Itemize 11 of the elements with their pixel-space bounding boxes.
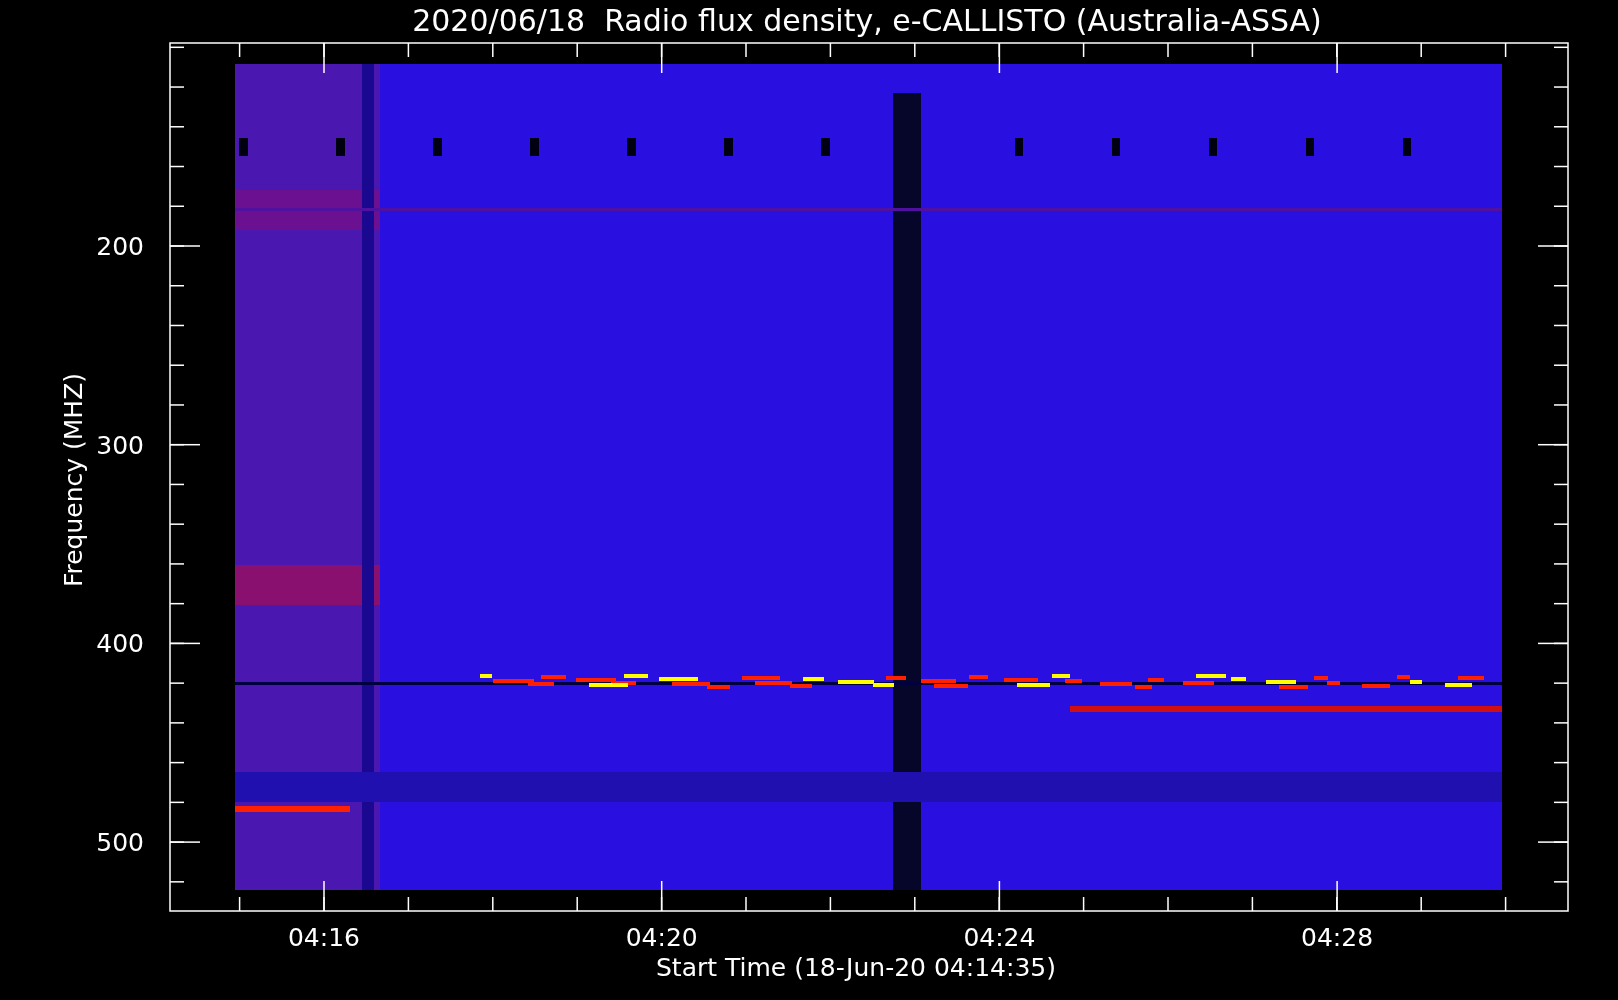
x-axis-label: Start Time (18-Jun-20 04:14:35) <box>656 953 1056 982</box>
y-tick-label: 200 <box>96 232 144 261</box>
y-axis-label: Frequency (MHZ) <box>59 372 88 588</box>
y-tick-label: 400 <box>96 629 144 659</box>
y-tick-label: 500 <box>96 828 144 858</box>
y-tick-label: 300 <box>96 430 144 460</box>
plot-title: 2020/06/18 Radio flux density, e-CALLISTO (Australia-ASSA) <box>412 3 1322 38</box>
x-tick-label: 04:20 <box>625 923 698 952</box>
x-tick-label: 04:24 <box>963 923 1036 952</box>
x-tick-label: 04:16 <box>288 923 360 952</box>
x-tick-label: 04:28 <box>1301 923 1374 952</box>
